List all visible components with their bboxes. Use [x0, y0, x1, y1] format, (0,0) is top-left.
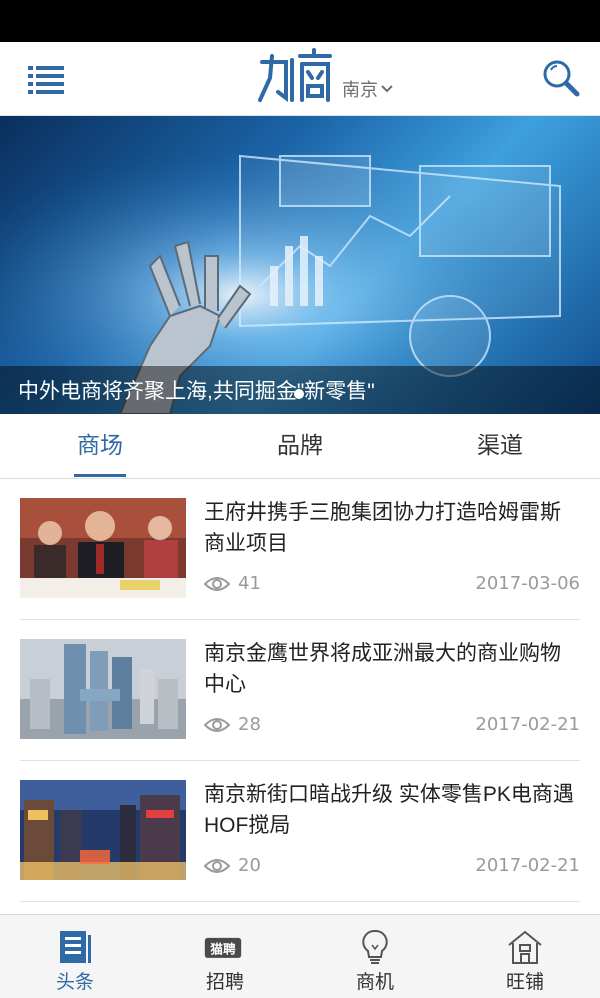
news-date: 2017-02-21 — [475, 714, 580, 735]
news-date: 2017-03-06 — [475, 573, 580, 594]
category-tabs: 商场 品牌 渠道 — [0, 414, 600, 479]
news-title: 王府井携手三胞集团协力打造哈姆雷斯商业项目 — [204, 501, 561, 555]
tab-brand[interactable]: 品牌 — [200, 414, 400, 478]
news-list-item[interactable]: 南京新街口暗战升级 实体零售PK电商遇HOF搅局 20 2017-02-21 — [20, 761, 580, 902]
nav-label: 招聘 — [205, 971, 244, 993]
banner-caption: 中外电商将齐聚上海,共同掘金"新零售" — [18, 380, 375, 403]
city-label: 南京 — [342, 80, 378, 101]
nav-recruit[interactable]: 猫聘 招聘 — [150, 915, 300, 998]
carousel-indicator-dot — [294, 389, 304, 399]
app-header: 南京 — [0, 42, 600, 116]
recruit-badge-text: 猫聘 — [210, 941, 236, 956]
news-thumbnail — [20, 498, 186, 598]
nav-headlines[interactable]: 头条 — [0, 915, 150, 998]
banner-carousel[interactable]: 中外电商将齐聚上海,共同掘金"新零售" — [0, 116, 600, 414]
nav-label: 商机 — [355, 971, 394, 993]
city-selector[interactable]: 南京 — [342, 76, 394, 102]
eye-icon — [204, 858, 230, 873]
news-title: 南京新街口暗战升级 实体零售PK电商遇HOF搅局 — [204, 783, 574, 837]
app-logo — [256, 48, 336, 108]
active-tab-indicator — [74, 474, 126, 477]
lightbulb-icon — [362, 929, 388, 964]
shop-icon — [508, 930, 542, 964]
view-count-value: 41 — [238, 573, 261, 594]
view-count-value: 28 — [238, 714, 261, 735]
tab-mall[interactable]: 商场 — [0, 414, 200, 478]
list-menu-icon — [28, 66, 64, 94]
nav-label: 头条 — [55, 971, 94, 993]
news-list-item[interactable]: 南京金鹰世界将成亚洲最大的商业购物中心 28 2017-02-21 — [20, 620, 580, 761]
search-button[interactable] — [541, 58, 581, 98]
news-date: 2017-02-21 — [475, 855, 580, 876]
recruit-icon: 猫聘 — [204, 937, 242, 958]
news-title: 南京金鹰世界将成亚洲最大的商业购物中心 — [204, 642, 561, 696]
news-list-item[interactable]: 王府井携手三胞集团协力打造哈姆雷斯商业项目 41 2017-03-06 — [20, 479, 580, 620]
bottom-navigation: 头条 猫聘 招聘 商机 旺铺 — [0, 914, 600, 998]
search-icon — [543, 60, 580, 97]
news-thumbnail — [20, 639, 186, 739]
menu-button[interactable] — [28, 64, 66, 94]
eye-icon — [204, 576, 230, 591]
view-count: 28 — [204, 714, 261, 735]
news-icon — [60, 931, 91, 963]
chevron-down-icon — [381, 85, 393, 93]
eye-icon — [204, 717, 230, 732]
tab-channel[interactable]: 渠道 — [400, 414, 600, 478]
view-count: 20 — [204, 855, 261, 876]
status-bar — [0, 0, 600, 42]
view-count: 41 — [204, 573, 261, 594]
nav-opportunities[interactable]: 商机 — [300, 915, 450, 998]
nav-shop[interactable]: 旺铺 — [450, 915, 600, 998]
news-thumbnail — [20, 780, 186, 880]
view-count-value: 20 — [238, 855, 261, 876]
nav-label: 旺铺 — [505, 971, 544, 993]
